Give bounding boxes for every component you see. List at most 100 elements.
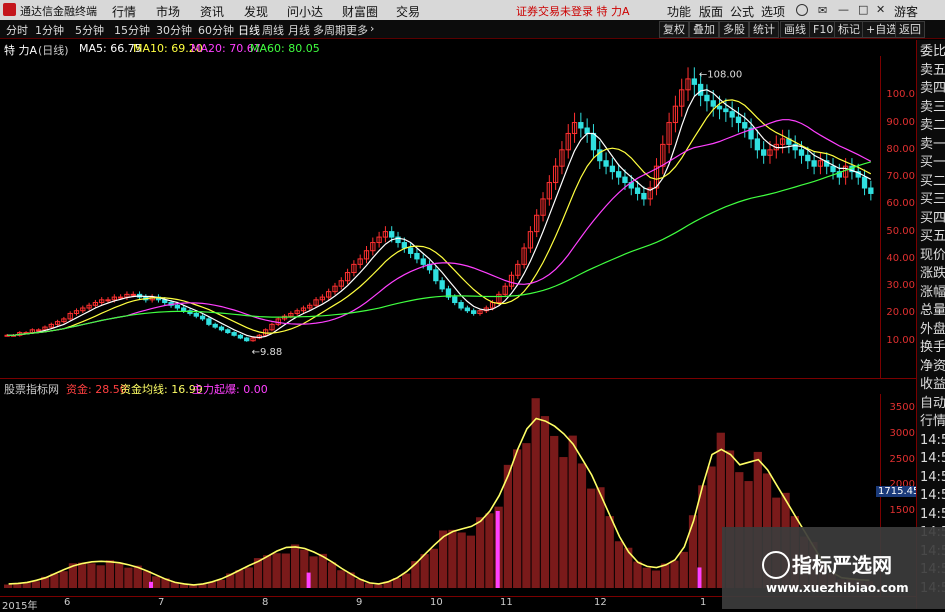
candle-body — [729, 111, 735, 118]
candle-body — [193, 312, 199, 317]
ma10-line — [7, 99, 872, 336]
tool-diejia[interactable]: 叠加 — [689, 21, 719, 38]
price-tick: 10.00 — [886, 334, 915, 346]
side-panel-item[interactable]: 14:5 — [920, 433, 945, 449]
period-60min[interactable]: 60分钟 — [198, 22, 234, 38]
burst-spike — [306, 572, 311, 588]
side-panel-item[interactable]: 净资 — [920, 359, 945, 375]
side-panel-item[interactable]: 14:5 — [920, 451, 945, 467]
guest-label[interactable]: 游客 — [894, 3, 918, 20]
side-panel-item[interactable]: 买一 — [920, 155, 945, 171]
burst-spike — [697, 567, 702, 588]
side-panel-item[interactable]: 14:5 — [920, 488, 945, 504]
side-panel-item[interactable]: 买五 — [920, 229, 945, 245]
candle-body — [130, 293, 136, 296]
menu-shichang[interactable]: 市场 — [156, 3, 180, 20]
side-panel-item[interactable]: 换手 — [920, 340, 945, 356]
period-monthly[interactable]: 月线 — [288, 22, 310, 38]
tool-fanhui[interactable]: 返回 — [895, 21, 925, 38]
date-tick: 8 — [262, 597, 269, 608]
tool-biaoji[interactable]: 标记 — [834, 21, 864, 38]
period-1min[interactable]: 1分钟 — [35, 22, 64, 38]
side-panel-item[interactable]: 卖一 — [920, 137, 945, 153]
menu-hangqing[interactable]: 行情 — [112, 3, 136, 20]
menu-faxian[interactable]: 发现 — [244, 3, 268, 20]
candle-body — [471, 310, 477, 314]
period-15min[interactable]: 15分钟 — [114, 22, 150, 38]
candle-body — [212, 323, 218, 328]
candle-body — [36, 329, 42, 332]
side-panel-item[interactable]: 自动 — [920, 396, 945, 412]
candle-body — [622, 176, 628, 184]
period-more[interactable]: 更多 — [346, 22, 368, 38]
side-panel-item[interactable]: 卖三 — [920, 100, 945, 116]
menu-gongshi[interactable]: 公式 — [730, 3, 754, 20]
candle-body — [590, 132, 597, 151]
period-weekly[interactable]: 周线 — [262, 22, 284, 38]
menu-wenxiaoda[interactable]: 问小达 — [287, 3, 323, 20]
menu-xuanxiang[interactable]: 选项 — [761, 3, 785, 20]
candle-body — [237, 334, 244, 339]
close-icon[interactable]: ✕ — [876, 3, 885, 16]
side-panel-item[interactable]: 14:5 — [920, 470, 945, 486]
tool-duogu[interactable]: 多股 — [719, 21, 749, 38]
candle-body — [464, 307, 471, 312]
fund-bar — [587, 488, 596, 588]
kline-chart[interactable]: ←108.00 ←9.88 — [0, 56, 880, 378]
period-daily[interactable]: 日线 — [238, 22, 260, 38]
wifi-icon[interactable] — [796, 4, 808, 16]
side-panel-item[interactable]: 买二 — [920, 174, 945, 190]
candle-body — [754, 138, 761, 151]
menu-jiaoyi[interactable]: 交易 — [396, 3, 420, 20]
fund-bar — [290, 544, 300, 588]
side-panel-item[interactable]: 买四 — [920, 211, 945, 227]
fund-bar — [707, 466, 716, 588]
chevron-right-icon[interactable]: › — [370, 22, 374, 35]
side-panel-item[interactable]: 外盘 — [920, 322, 945, 338]
fund-bar — [235, 570, 244, 588]
ma60-value: MA60: 80.05 — [250, 42, 320, 55]
side-panel-item[interactable]: 卖五 — [920, 63, 945, 79]
side-panel-item[interactable]: 买三 — [920, 192, 945, 208]
message-icon[interactable]: ✉ — [818, 4, 827, 17]
menu-caifuquan[interactable]: 财富圈 — [342, 3, 378, 20]
pane-divider[interactable] — [0, 378, 916, 379]
fund-bar — [466, 535, 476, 588]
menu-zixun[interactable]: 资讯 — [200, 3, 224, 20]
period-fenshi[interactable]: 分时 — [6, 22, 28, 38]
maximize-icon[interactable]: □ — [858, 3, 868, 16]
fund-bar — [401, 573, 411, 588]
candle-body — [225, 329, 231, 334]
side-panel-item[interactable]: 委比 — [920, 44, 945, 60]
fund-bar — [633, 561, 642, 588]
period-5min[interactable]: 5分钟 — [75, 22, 104, 38]
tool-huaxian[interactable]: 画线 — [780, 21, 810, 38]
side-panel-item[interactable]: 现价 — [920, 248, 945, 264]
candle-body — [452, 296, 458, 304]
minimize-icon[interactable]: — — [838, 3, 849, 16]
fund-bar — [281, 553, 290, 588]
date-tick: 11 — [500, 597, 513, 608]
side-panel-item[interactable]: 收益 — [920, 377, 945, 393]
fund-bar — [96, 565, 105, 588]
period-30min[interactable]: 30分钟 — [156, 22, 192, 38]
tool-tongji[interactable]: 统计 — [749, 21, 779, 38]
fund-bar — [327, 562, 337, 588]
period-multi[interactable]: 多周期 — [313, 22, 346, 38]
side-panel-item[interactable]: 卖二 — [920, 118, 945, 134]
fund-bar — [244, 567, 253, 588]
side-panel-item[interactable]: 总量 — [920, 303, 945, 319]
side-panel-item[interactable]: 涨跌 — [920, 266, 945, 282]
candle-body — [407, 247, 414, 254]
side-panel-item[interactable]: 卖四 — [920, 81, 945, 97]
fund-bar — [272, 553, 281, 588]
side-panel-item[interactable]: 涨幅 — [920, 285, 945, 301]
side-panel-item[interactable]: 行情 — [920, 414, 945, 430]
tool-fuquan[interactable]: 复权 — [659, 21, 689, 38]
candle-body — [868, 187, 874, 194]
title-bar: 通达信金融终端 行情 市场 资讯 发现 问小达 财富圈 交易 证券交易未登录 特… — [0, 0, 945, 20]
side-panel-item[interactable]: 14:5 — [920, 507, 945, 523]
fund-bar — [605, 516, 614, 588]
menu-banmian[interactable]: 版面 — [699, 3, 723, 20]
menu-gongneng[interactable]: 功能 — [667, 3, 691, 20]
